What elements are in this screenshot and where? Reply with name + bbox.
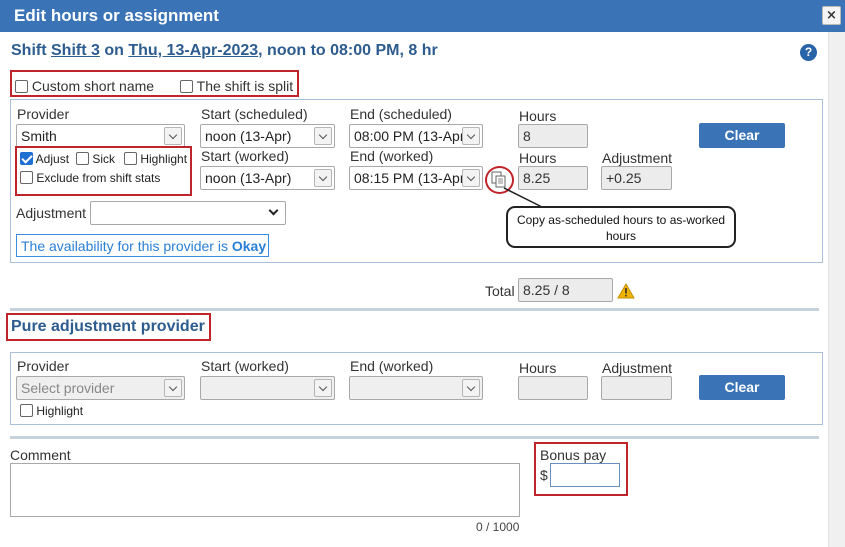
start-worked-value: noon (13-Apr) xyxy=(205,170,292,186)
dialog-title-bar: Edit hours or assignment × xyxy=(0,0,845,32)
end-worked-select[interactable]: 08:15 PM (13-Apr xyxy=(349,166,483,190)
shift-heading: Shift Shift 3 on Thu, 13-Apr-2023, noon … xyxy=(11,42,438,60)
clear-button[interactable]: Clear xyxy=(699,123,785,148)
pure-clear-button[interactable]: Clear xyxy=(699,375,785,400)
pure-hours-field xyxy=(518,376,588,400)
adjustment-field: +0.25 xyxy=(601,166,672,190)
start-scheduled-label: Start (scheduled) xyxy=(201,106,308,122)
total-label: Total xyxy=(485,283,515,299)
chevron-down-icon xyxy=(314,127,332,145)
bonus-label: Bonus pay xyxy=(540,447,607,463)
hours-worked-field: 8.25 xyxy=(518,166,588,190)
chevron-down-icon xyxy=(462,169,480,187)
provider-label: Provider xyxy=(17,106,70,122)
shift-on: on xyxy=(104,42,124,59)
dialog-title: Edit hours or assignment xyxy=(14,6,219,25)
start-scheduled-value: noon (13-Apr) xyxy=(205,128,292,144)
highlight-checkbox[interactable] xyxy=(124,152,137,165)
provider-select[interactable]: Smith xyxy=(16,124,185,148)
pure-provider-label: Provider xyxy=(17,358,70,374)
chevron-down-icon xyxy=(462,379,480,397)
pure-hours-label: Hours xyxy=(519,360,557,376)
chevron-down-icon xyxy=(462,127,480,145)
chevron-down-icon xyxy=(164,379,182,397)
exclude-checkbox[interactable] xyxy=(20,171,33,184)
separator xyxy=(10,436,819,439)
start-scheduled-select[interactable]: noon (13-Apr) xyxy=(200,124,335,148)
adjust-checkbox[interactable] xyxy=(20,152,33,165)
shift-split-checkbox[interactable] xyxy=(180,80,193,93)
comment-textarea[interactable] xyxy=(10,463,520,517)
adjust-label: Adjust xyxy=(35,152,70,166)
highlight-label: Highlight xyxy=(140,152,188,166)
pure-highlight-option[interactable]: Highlight xyxy=(20,404,83,418)
custom-short-name-label: Custom short name xyxy=(31,78,155,94)
pure-provider-placeholder: Select provider xyxy=(21,380,115,396)
pure-provider-select[interactable]: Select provider xyxy=(16,376,185,400)
pure-start-select[interactable] xyxy=(200,376,335,400)
pure-end-label: End (worked) xyxy=(350,358,434,374)
end-worked-value: 08:15 PM (13-Apr xyxy=(354,170,465,186)
pure-adjustment-label: Adjustment xyxy=(602,360,673,376)
pure-adjustment-title: Pure adjustment provider xyxy=(11,318,205,335)
end-scheduled-value: 08:00 PM (13-Apr xyxy=(354,128,465,144)
shift-prefix: Shift xyxy=(11,42,47,59)
sick-label: Sick xyxy=(92,152,116,166)
bonus-currency: $ xyxy=(540,467,548,483)
chevron-down-icon xyxy=(314,169,332,187)
start-worked-label: Start (worked) xyxy=(201,148,289,164)
comment-label: Comment xyxy=(10,447,71,463)
bonus-pay-input[interactable] xyxy=(550,463,620,487)
pure-highlight-checkbox[interactable] xyxy=(20,404,33,417)
separator xyxy=(10,308,819,311)
comment-counter: 0 / 1000 xyxy=(476,520,520,534)
exclude-label: Exclude from shift stats xyxy=(36,171,161,185)
start-worked-select[interactable]: noon (13-Apr) xyxy=(200,166,335,190)
copy-callout: Copy as-scheduled hours to as-worked hou… xyxy=(506,206,736,248)
provider-value: Smith xyxy=(21,128,57,144)
close-icon[interactable]: × xyxy=(822,6,841,25)
end-worked-label: End (worked) xyxy=(350,148,434,164)
total-field: 8.25 / 8 xyxy=(518,278,613,302)
availability-status: The availability for this provider is Ok… xyxy=(16,234,269,257)
chevron-down-icon xyxy=(314,379,332,397)
end-scheduled-label: End (scheduled) xyxy=(350,106,452,122)
adjust-option[interactable]: Adjust xyxy=(20,152,69,166)
hours-scheduled-label: Hours xyxy=(519,108,557,124)
adjustment-label: Adjustment xyxy=(602,150,673,166)
adjustment-select[interactable] xyxy=(90,201,286,225)
warning-icon xyxy=(617,283,635,299)
help-icon[interactable]: ? xyxy=(800,44,817,61)
highlight-option[interactable]: Highlight xyxy=(124,152,187,166)
adjustment-select-label: Adjustment xyxy=(16,205,87,221)
availability-text: The availability for this provider is xyxy=(21,238,232,254)
custom-short-name-option[interactable]: Custom short name xyxy=(15,78,154,94)
shift-date-link[interactable]: Thu, 13-Apr-2023 xyxy=(128,42,258,59)
sick-option[interactable]: Sick xyxy=(76,152,115,166)
hours-worked-label: Hours xyxy=(519,150,557,166)
chevron-down-icon xyxy=(164,127,182,145)
shift-split-option[interactable]: The shift is split xyxy=(180,78,293,94)
end-scheduled-select[interactable]: 08:00 PM (13-Apr xyxy=(349,124,483,148)
availability-okay: Okay xyxy=(231,238,267,254)
pure-adjustment-field xyxy=(601,376,672,400)
chevron-down-icon xyxy=(265,204,283,222)
shift-name-link[interactable]: Shift 3 xyxy=(51,42,100,59)
custom-short-name-checkbox[interactable] xyxy=(15,80,28,93)
exclude-option[interactable]: Exclude from shift stats xyxy=(20,171,160,185)
hours-scheduled-field: 8 xyxy=(518,124,588,148)
scrollbar[interactable] xyxy=(828,32,845,547)
pure-highlight-label: Highlight xyxy=(36,404,84,418)
pure-start-label: Start (worked) xyxy=(201,358,289,374)
pure-end-select[interactable] xyxy=(349,376,483,400)
sick-checkbox[interactable] xyxy=(76,152,89,165)
shift-time-range: , noon to 08:00 PM, 8 hr xyxy=(258,42,438,59)
shift-split-label: The shift is split xyxy=(196,78,294,94)
